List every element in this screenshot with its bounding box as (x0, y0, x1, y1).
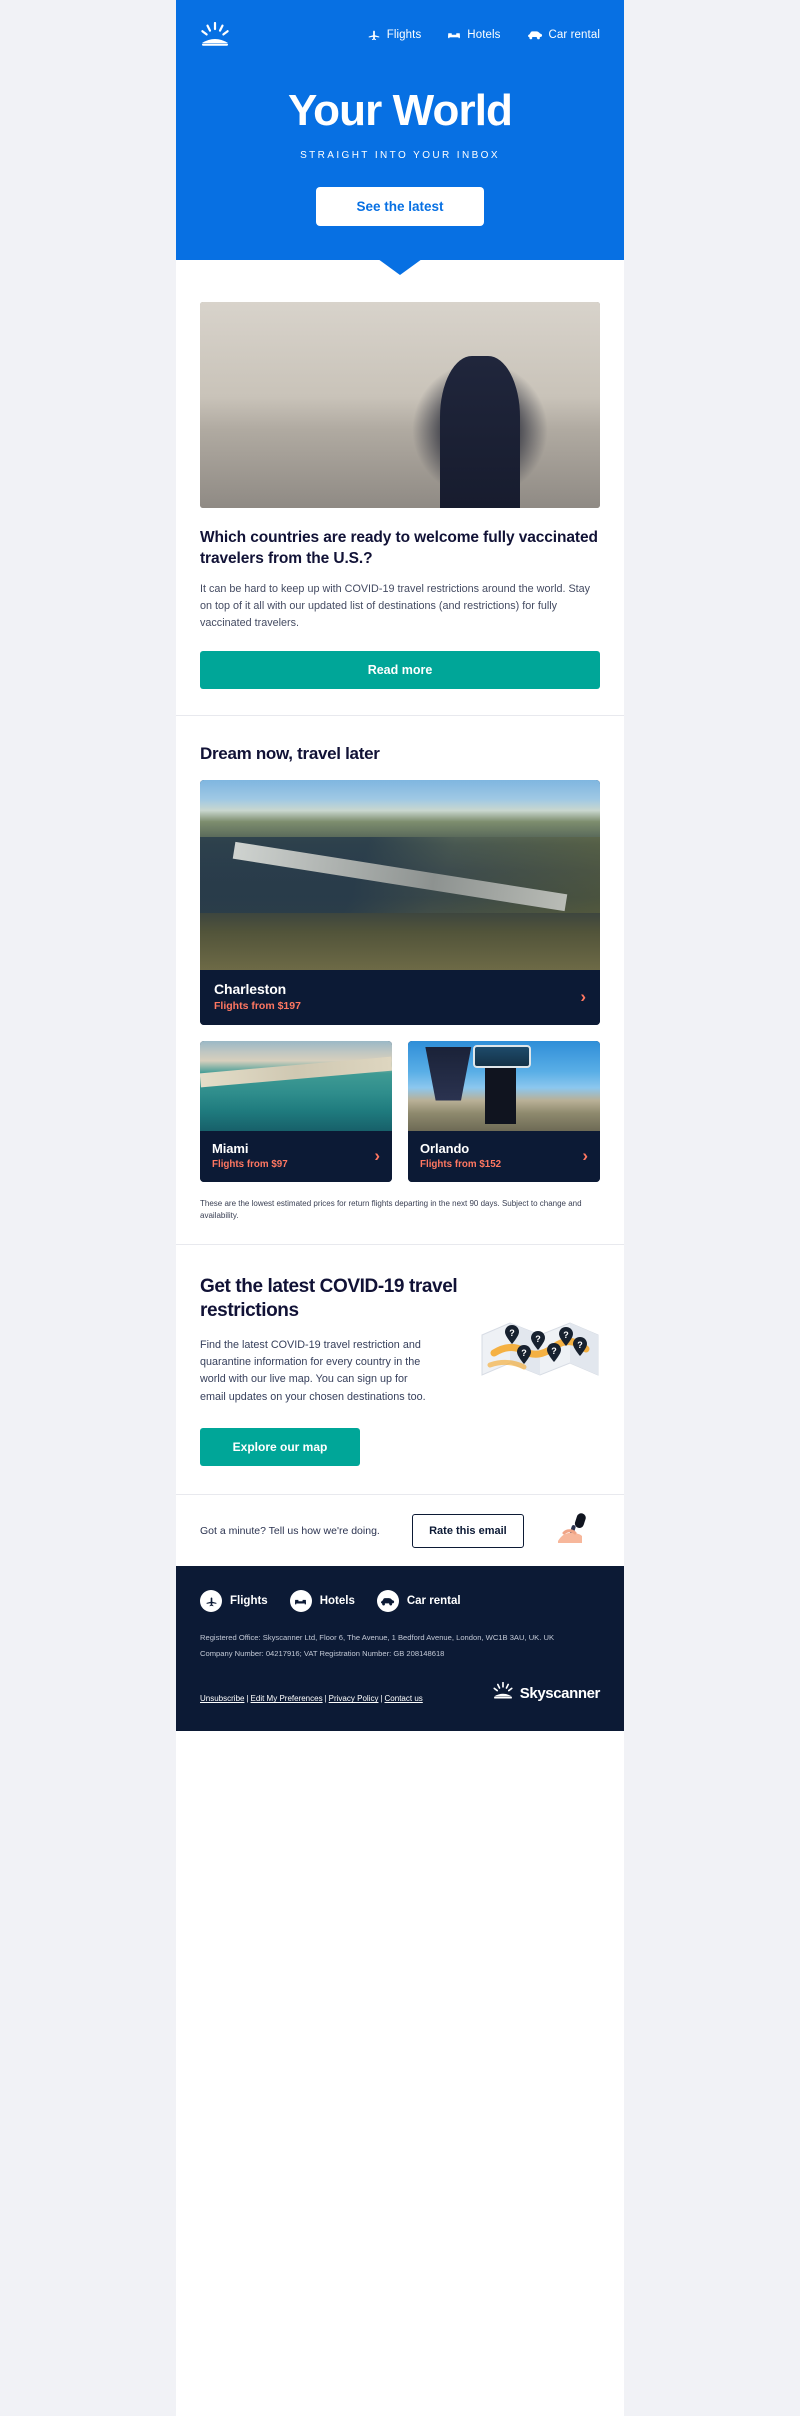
destination-name: Miami (212, 1141, 249, 1157)
destination-price: Flights from $197 (214, 1000, 301, 1013)
rate-this-email-button[interactable]: Rate this email (412, 1513, 524, 1548)
destination-name: Orlando (420, 1141, 470, 1157)
covid-body: Find the latest COVID-19 travel restrict… (200, 1338, 426, 1403)
hero-banner: Flights Hotels Car rental Your World STR… (176, 0, 624, 276)
destination-card-orlando[interactable]: Orlando Flights from $152 › (408, 1041, 600, 1182)
legal-line-2: Company Number: 04217916; VAT Registrati… (200, 1649, 445, 1659)
see-the-latest-button[interactable]: See the latest (316, 187, 484, 227)
article-image (200, 302, 600, 509)
car-icon (527, 28, 543, 42)
svg-text:?: ? (535, 1334, 541, 1344)
chevron-right-icon[interactable]: › (582, 1147, 588, 1164)
email-page: Flights Hotels Car rental Your World STR… (0, 0, 800, 2416)
bed-icon (447, 28, 461, 42)
destination-image (200, 1041, 392, 1132)
contact-us-link[interactable]: Contact us (385, 1694, 423, 1703)
rate-prompt: Got a minute? Tell us how we're doing. (200, 1524, 380, 1537)
edit-preferences-link[interactable]: Edit My Preferences (251, 1694, 323, 1703)
svg-text:?: ? (563, 1330, 569, 1340)
destinations-heading: Dream now, travel later (200, 744, 380, 764)
nav-label: Flights (386, 29, 422, 41)
article-body: It can be hard to keep up with COVID-19 … (200, 583, 591, 629)
footer-nav-hotels[interactable]: Hotels (289, 1590, 355, 1613)
brand-wordmark: Skyscanner (519, 1685, 601, 1703)
car-icon (376, 1590, 399, 1613)
footer-nav-label: Hotels (319, 1595, 355, 1608)
footer-nav-car-rental[interactable]: Car rental (376, 1590, 461, 1613)
destination-price: Flights from $97 (212, 1158, 288, 1170)
hero-cta-wrap: See the latest (200, 187, 600, 227)
sunrise-icon[interactable] (200, 21, 230, 48)
nav-item-hotels[interactable]: Hotels (447, 28, 500, 42)
featured-article: Which countries are ready to welcome ful… (176, 260, 624, 716)
hero-subtitle: STRAIGHT INTO YOUR INBOX (300, 150, 500, 162)
destination-info-bar: Miami Flights from $97 › (200, 1131, 392, 1182)
svg-text:?: ? (521, 1348, 527, 1358)
map-illustration: ??? ??? (480, 1309, 600, 1396)
microphone-hand-icon (556, 1511, 600, 1550)
price-disclaimer: These are the lowest estimated prices fo… (200, 1198, 582, 1220)
nav-item-flights[interactable]: Flights (367, 28, 422, 42)
destinations-section: Dream now, travel later Charleston Fligh… (176, 716, 624, 1244)
nav-item-car-rental[interactable]: Car rental (527, 28, 601, 42)
destination-price: Flights from $152 (420, 1158, 502, 1170)
rate-email-bar: Got a minute? Tell us how we're doing. R… (176, 1494, 624, 1567)
sunrise-icon (492, 1682, 514, 1705)
svg-text:?: ? (509, 1328, 515, 1338)
read-more-button[interactable]: Read more (200, 651, 600, 690)
plane-icon (200, 1590, 222, 1613)
footer-links: Unsubscribe | Edit My Preferences | Privacy … (200, 1693, 423, 1705)
privacy-policy-link[interactable]: Privacy Policy (329, 1694, 379, 1703)
footer-nav-flights[interactable]: Flights (200, 1590, 268, 1613)
email-footer: Flights Hotels Car rental Registered Off… (176, 1566, 624, 1732)
destination-card-charleston[interactable]: Charleston Flights from $197 › (200, 780, 600, 1026)
article-title: Which countries are ready to welcome ful… (200, 529, 598, 568)
destination-info-bar: Charleston Flights from $197 › (200, 970, 600, 1026)
svg-text:?: ? (551, 1346, 557, 1356)
destination-image (408, 1041, 600, 1132)
destination-card-grid: Miami Flights from $97 › Orlando Flights… (200, 1041, 600, 1182)
hero-nav: Flights Hotels Car rental (367, 28, 600, 42)
destination-image (200, 780, 600, 971)
destination-card-miami[interactable]: Miami Flights from $97 › (200, 1041, 392, 1182)
orlando-sign (473, 1044, 531, 1069)
footer-nav-label: Flights (230, 1595, 268, 1608)
hero-title: Your World (287, 86, 513, 135)
svg-text:?: ? (577, 1340, 583, 1350)
legal-line-1: Registered Office: Skyscanner Ltd, Floor… (200, 1633, 555, 1643)
email-body: Flights Hotels Car rental Your World STR… (176, 0, 624, 2416)
footer-nav-label: Car rental (406, 1595, 461, 1608)
destination-info-bar: Orlando Flights from $152 › (408, 1131, 600, 1182)
covid-heading: Get the latest COVID-19 travel restricti… (200, 1275, 458, 1321)
bed-icon (289, 1590, 312, 1613)
nav-label: Car rental (548, 29, 600, 41)
nav-label: Hotels (467, 29, 501, 41)
footer-nav: Flights Hotels Car rental (200, 1590, 600, 1613)
chevron-right-icon[interactable]: › (374, 1147, 380, 1164)
footer-logo[interactable]: Skyscanner (492, 1682, 600, 1705)
unsubscribe-link[interactable]: Unsubscribe (200, 1694, 244, 1703)
hero-notch (378, 259, 422, 276)
hero-header-row: Flights Hotels Car rental (200, 18, 600, 52)
footer-bottom-row: Unsubscribe | Edit My Preferences | Privacy … (200, 1682, 600, 1705)
chevron-right-icon[interactable]: › (580, 988, 586, 1005)
destination-name: Charleston (214, 981, 287, 998)
explore-our-map-button[interactable]: Explore our map (200, 1428, 360, 1467)
plane-icon (367, 28, 381, 42)
covid-section: Get the latest COVID-19 travel restricti… (176, 1244, 624, 1495)
